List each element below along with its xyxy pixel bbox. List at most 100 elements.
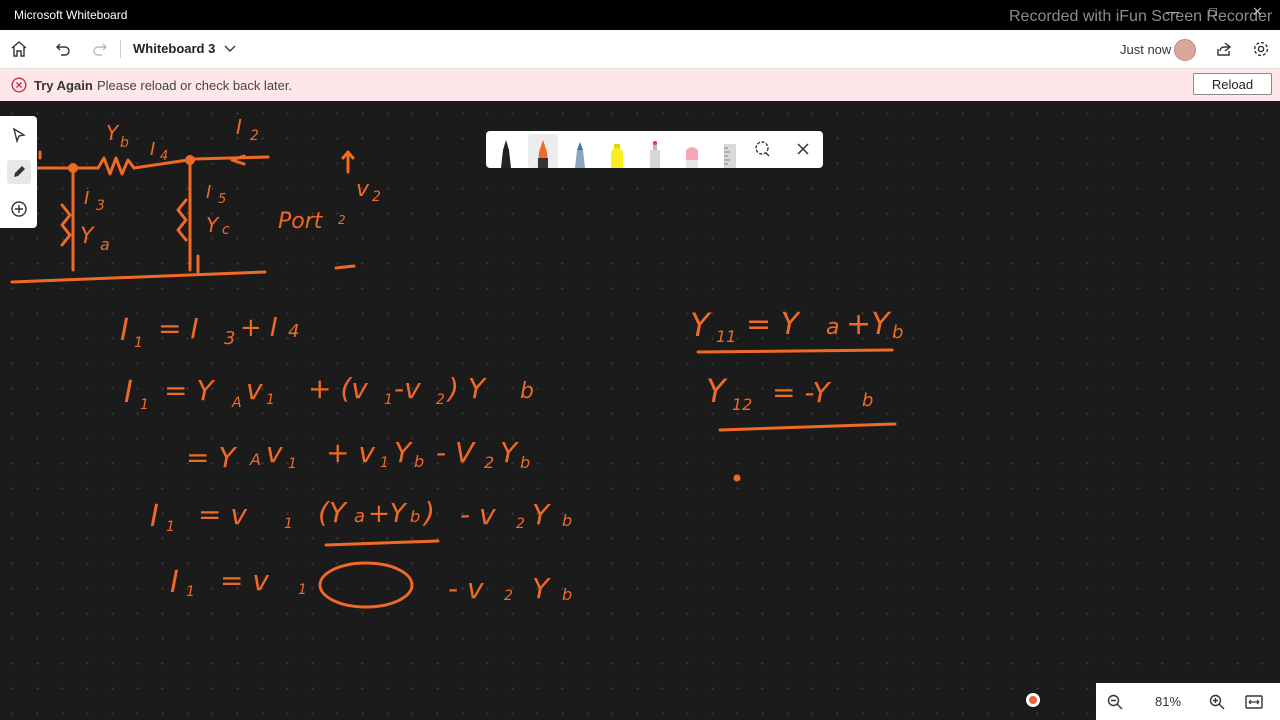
svg-text:3: 3 <box>224 328 235 349</box>
svg-text:(Y: (Y <box>318 496 348 529</box>
svg-text:b: b <box>120 135 129 151</box>
svg-text:1: 1 <box>384 392 393 408</box>
zoom-controls: 81% <box>1096 683 1280 720</box>
svg-text:4: 4 <box>160 149 168 164</box>
svg-text:= Y: = Y <box>746 307 802 342</box>
svg-text:5: 5 <box>218 192 226 207</box>
svg-text:2: 2 <box>250 128 259 144</box>
svg-text:Port: Port <box>278 209 324 234</box>
orange-pen-icon <box>538 140 548 168</box>
pen-icon <box>14 166 25 177</box>
svg-text:= v: = v <box>220 564 269 597</box>
black-pen-icon[interactable] <box>491 134 521 168</box>
svg-text:1: 1 <box>140 397 149 413</box>
svg-text:A: A <box>249 450 261 469</box>
svg-text:I: I <box>120 313 129 348</box>
svg-text:c: c <box>222 222 230 238</box>
svg-text:I: I <box>206 182 211 203</box>
svg-text:v: v <box>266 436 283 469</box>
highlighter-icon[interactable] <box>602 134 632 168</box>
svg-text:a: a <box>354 506 365 527</box>
svg-text:2: 2 <box>338 213 346 227</box>
svg-text:+ (v: + (v <box>308 372 368 405</box>
svg-text:- v: - v <box>460 498 496 531</box>
svg-text:+Y: +Y <box>368 499 408 529</box>
lasso-icon[interactable] <box>752 139 772 159</box>
svg-text:Y: Y <box>394 436 413 469</box>
pen-tool[interactable] <box>7 160 31 184</box>
blue-pen-icon[interactable] <box>565 134 595 168</box>
svg-text:b: b <box>414 452 424 471</box>
svg-text:b: b <box>562 585 572 604</box>
svg-text:= v: = v <box>198 498 247 531</box>
svg-text:b: b <box>520 379 534 404</box>
svg-text:b: b <box>520 453 530 472</box>
svg-text:1: 1 <box>186 584 195 600</box>
svg-text:+Y: +Y <box>846 307 892 342</box>
svg-text:1: 1 <box>134 335 143 351</box>
svg-text:+ I: + I <box>240 313 278 343</box>
svg-text:1: 1 <box>380 455 389 471</box>
svg-text:= Y: = Y <box>186 441 237 474</box>
svg-text:I: I <box>124 375 133 410</box>
svg-text:Y: Y <box>80 224 95 249</box>
svg-text:a: a <box>100 235 110 254</box>
svg-text:Y: Y <box>106 121 120 145</box>
svg-text:11: 11 <box>716 327 736 346</box>
svg-text:v: v <box>246 373 263 406</box>
svg-text:I: I <box>170 565 179 600</box>
left-tool-rail <box>0 116 37 228</box>
zoom-in-icon[interactable] <box>1208 693 1226 711</box>
add-tool[interactable] <box>7 197 31 221</box>
svg-text:+ v: + v <box>326 436 375 469</box>
svg-text:Y: Y <box>500 436 519 469</box>
eraser-icon[interactable] <box>677 134 707 168</box>
svg-text:Y: Y <box>706 372 728 410</box>
orange-pen-selected[interactable] <box>528 134 558 168</box>
svg-text:1: 1 <box>298 582 307 598</box>
svg-text:= I: = I <box>158 312 199 345</box>
svg-text:1: 1 <box>166 519 175 535</box>
svg-text:I: I <box>150 139 155 160</box>
select-tool[interactable] <box>7 123 31 147</box>
svg-text:I: I <box>84 188 89 209</box>
svg-text:b: b <box>862 390 873 411</box>
svg-text:3: 3 <box>96 198 105 214</box>
svg-text:) Y: ) Y <box>446 372 487 405</box>
close-icon[interactable] <box>795 141 811 157</box>
laser-pointer-icon[interactable] <box>640 134 670 168</box>
svg-text:b: b <box>410 507 420 526</box>
svg-text:a: a <box>826 315 839 340</box>
svg-text:2: 2 <box>516 516 525 532</box>
zoom-out-icon[interactable] <box>1106 693 1124 711</box>
svg-text:= -Y: = -Y <box>772 376 831 409</box>
svg-text:Y: Y <box>532 498 551 531</box>
svg-text:Y: Y <box>690 306 712 344</box>
svg-text:- v: - v <box>448 572 484 605</box>
svg-text:I: I <box>236 115 242 139</box>
svg-text:2: 2 <box>372 189 381 205</box>
recording-indicator <box>1026 693 1040 707</box>
svg-text:v: v <box>356 177 370 202</box>
svg-text:4: 4 <box>288 321 299 342</box>
svg-text:b: b <box>892 322 903 343</box>
svg-text:= Y: = Y <box>164 374 215 407</box>
svg-text:2: 2 <box>484 453 494 472</box>
svg-text:2: 2 <box>504 588 513 604</box>
zoom-level[interactable]: 81% <box>1148 694 1188 709</box>
svg-text:1: 1 <box>284 516 293 532</box>
svg-text:1: 1 <box>266 392 275 408</box>
svg-text:- V: - V <box>436 436 476 469</box>
ruler-icon[interactable] <box>715 134 745 168</box>
svg-text:Y: Y <box>532 572 551 605</box>
select-icon <box>12 127 26 143</box>
add-icon <box>11 201 27 217</box>
svg-text:1: 1 <box>288 456 297 472</box>
svg-text:12: 12 <box>732 395 752 414</box>
svg-text:): ) <box>422 496 435 529</box>
svg-text:A: A <box>231 395 242 411</box>
fit-to-screen-icon[interactable] <box>1244 693 1264 711</box>
handwritten-ink: Yb I4 I2 I3 I5 Ya Yc Port 2 v2 I1 = I 3 + I… <box>10 115 903 609</box>
svg-text:2: 2 <box>436 392 445 408</box>
pen-tray <box>486 131 823 168</box>
